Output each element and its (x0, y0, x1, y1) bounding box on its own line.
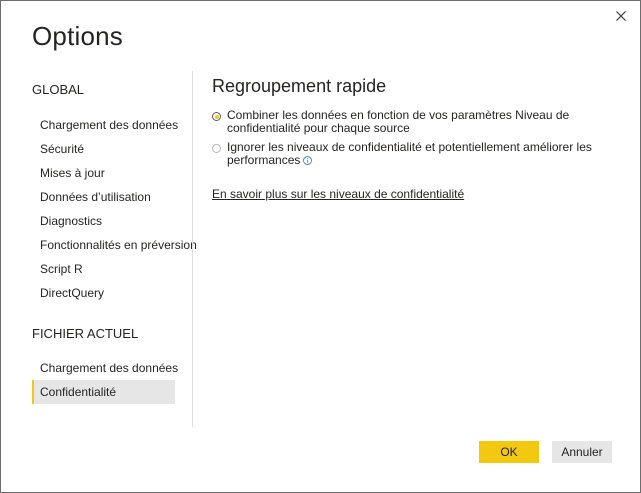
radio-option-ignore[interactable]: Ignorer les niveaux de confidentialité e… (212, 141, 612, 167)
radio-option-combine[interactable]: Combiner les données en fonction de vos … (212, 109, 612, 135)
close-button[interactable] (612, 7, 630, 25)
sidebar-divider (192, 71, 193, 427)
section-header-global: GLOBAL (32, 82, 85, 97)
ok-button[interactable]: OK (479, 441, 539, 463)
radio-button-unchecked[interactable] (212, 144, 221, 153)
sidebar-item-directquery[interactable]: DirectQuery (32, 281, 175, 305)
sidebar-item-file-data-load[interactable]: Chargement des données (32, 356, 178, 380)
dialog-title: Options (32, 21, 124, 51)
sidebar-item-preview-features[interactable]: Fonctionnalités en préversion (32, 233, 197, 257)
close-icon (616, 11, 626, 21)
info-icon[interactable] (303, 156, 313, 165)
sidebar-item-updates[interactable]: Mises à jour (32, 161, 175, 185)
radio-label-ignore: Ignorer les niveaux de confidentialité e… (227, 141, 607, 167)
section-header-current-file: FICHIER ACTUEL (32, 326, 139, 341)
radio-label-ignore-text: Ignorer les niveaux de confidentialité e… (227, 140, 592, 167)
sidebar-item-usage-data[interactable]: Données d’utilisation (32, 185, 175, 209)
panel-title: Regroupement rapide (212, 76, 387, 96)
sidebar-item-diagnostics[interactable]: Diagnostics (32, 209, 175, 233)
privacy-panel: Regroupement rapide Combiner les données… (212, 73, 612, 201)
radio-button-checked[interactable] (212, 112, 221, 121)
radio-label-combine: Combiner les données en fonction de vos … (227, 108, 570, 135)
learn-more-privacy-link[interactable]: En savoir plus sur les niveaux de confid… (212, 187, 612, 201)
sidebar-item-privacy[interactable]: Confidentialité (32, 380, 175, 404)
sidebar-item-r-script[interactable]: Script R (32, 257, 175, 281)
options-dialog: Options GLOBAL Chargement des données Sé… (0, 0, 641, 493)
cancel-button[interactable]: Annuler (552, 441, 612, 463)
sidebar-item-global-data-load[interactable]: Chargement des données (32, 113, 178, 137)
options-sidebar: GLOBAL Chargement des données Sécurité M… (31, 73, 197, 404)
sidebar-item-security[interactable]: Sécurité (32, 137, 175, 161)
